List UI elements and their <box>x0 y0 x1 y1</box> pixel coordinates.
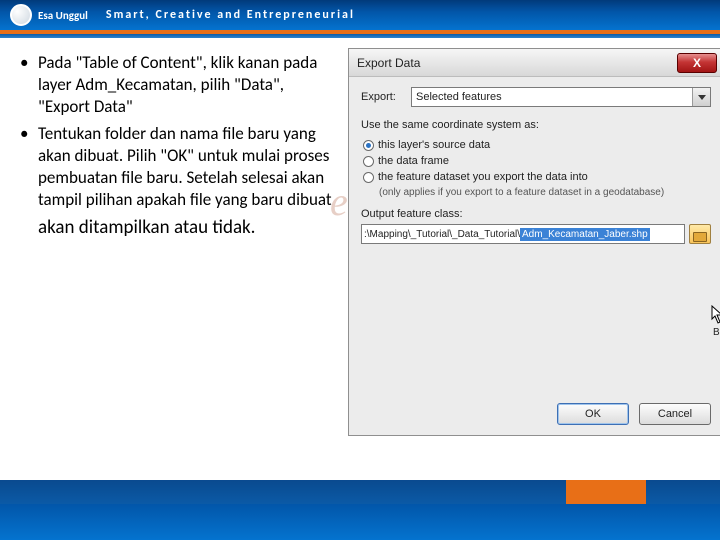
browse-button[interactable] <box>689 224 711 244</box>
footer-accent <box>566 480 646 504</box>
dialog-titlebar[interactable]: Export Data X <box>349 49 720 77</box>
chevron-down-icon[interactable] <box>692 88 710 106</box>
export-label: Export: <box>361 91 411 103</box>
slide-footer <box>0 480 720 540</box>
slide-body: espeta.blogspo Pada "Table of Content", … <box>0 38 720 484</box>
radio-label: the feature dataset you export the data … <box>378 171 588 183</box>
bullet-item: Pada "Table of Content", klik kanan pada… <box>20 52 338 117</box>
radio-sub-hint: (only applies if you export to a feature… <box>379 187 711 198</box>
export-select[interactable]: Selected features <box>411 87 711 107</box>
path-prefix: :\Mapping\_Tutorial\_Data_Tutorial\ <box>364 229 520 240</box>
dialog-title: Export Data <box>357 56 420 70</box>
bullet-continuation: akan ditampilkan atau tidak. <box>20 216 338 240</box>
export-select-value: Selected features <box>416 91 502 103</box>
slide-header: Esa Unggul Smart, Creative and Entrepren… <box>0 0 720 34</box>
radio-feature-dataset[interactable]: the feature dataset you export the data … <box>363 171 711 183</box>
path-filename: Adm_Kecamatan_Jaber.shp <box>520 228 650 241</box>
brand-name: Esa Unggul <box>38 9 88 22</box>
radio-icon[interactable] <box>363 172 374 183</box>
close-button[interactable]: X <box>677 53 717 73</box>
coord-hint: Use the same coordinate system as: <box>361 119 711 131</box>
cursor-icon <box>711 305 720 325</box>
tagline: Smart, Creative and Entrepreneurial <box>106 8 355 22</box>
ok-button[interactable]: OK <box>557 403 629 425</box>
output-label: Output feature class: <box>361 208 711 220</box>
radio-icon[interactable] <box>363 140 374 151</box>
instruction-text: Pada "Table of Content", klik kanan pada… <box>20 52 338 484</box>
browse-tooltip: Br <box>713 327 720 338</box>
radio-label: the data frame <box>378 155 449 167</box>
export-data-dialog: Export Data X Export: Selected features … <box>348 48 720 436</box>
close-icon: X <box>693 56 701 70</box>
radio-data-frame[interactable]: the data frame <box>363 155 711 167</box>
logo-icon <box>10 4 32 26</box>
radio-label: this layer's source data <box>378 139 490 151</box>
radio-icon[interactable] <box>363 156 374 167</box>
cancel-button[interactable]: Cancel <box>639 403 711 425</box>
output-path-field[interactable]: :\Mapping\_Tutorial\_Data_Tutorial\Adm_K… <box>361 224 685 244</box>
radio-source-data[interactable]: this layer's source data <box>363 139 711 151</box>
bullet-item: Tentukan folder dan nama file baru yang … <box>20 123 338 210</box>
